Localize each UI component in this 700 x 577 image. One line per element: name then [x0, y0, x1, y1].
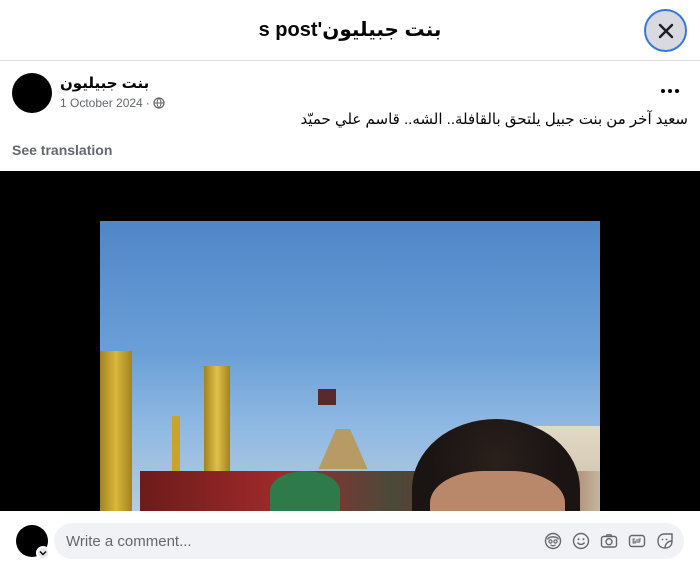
photo-green-dome — [270, 471, 340, 511]
photo-minaret — [100, 351, 132, 511]
post-media[interactable] — [0, 171, 700, 511]
gif-button[interactable] — [628, 532, 646, 550]
close-icon — [658, 23, 673, 38]
meta-separator: · — [145, 96, 150, 110]
post-dialog-header: بنت جبيليون's post — [0, 0, 700, 61]
close-button[interactable] — [644, 9, 687, 52]
gif-icon — [628, 534, 646, 548]
emoji-icon — [572, 532, 590, 550]
globe-icon — [153, 97, 165, 109]
profile-switch-button[interactable] — [36, 546, 50, 560]
post-date[interactable]: 1 October 2024 — [60, 96, 143, 110]
comment-tools — [544, 532, 674, 550]
sticker-icon — [657, 533, 673, 549]
avatar-sticker-icon — [544, 532, 562, 550]
photo-flag — [318, 389, 336, 405]
post-photo[interactable] — [100, 221, 600, 511]
post-meta: 1 October 2024 · — [60, 96, 165, 110]
camera-button[interactable] — [600, 532, 618, 550]
emoji-button[interactable] — [572, 532, 590, 550]
photo-dome — [318, 429, 368, 469]
comment-composer — [0, 511, 700, 577]
author-name[interactable]: بنت جبيليون — [60, 74, 149, 92]
sticker-button[interactable] — [656, 532, 674, 550]
see-translation-link[interactable]: See translation — [12, 142, 112, 158]
chevron-down-icon — [39, 551, 47, 556]
avatar-sticker-button[interactable] — [544, 532, 562, 550]
more-icon — [661, 89, 679, 93]
more-options-button[interactable] — [654, 77, 686, 105]
post-text: سعيد آخر من بنت جبيل يلتحق بالقافلة.. ال… — [300, 111, 688, 128]
dialog-title: بنت جبيليون's post — [258, 19, 442, 41]
author-avatar[interactable] — [12, 73, 52, 113]
camera-icon — [600, 534, 618, 548]
post-header: بنت جبيليون 1 October 2024 · سعيد آخر من… — [0, 61, 700, 171]
